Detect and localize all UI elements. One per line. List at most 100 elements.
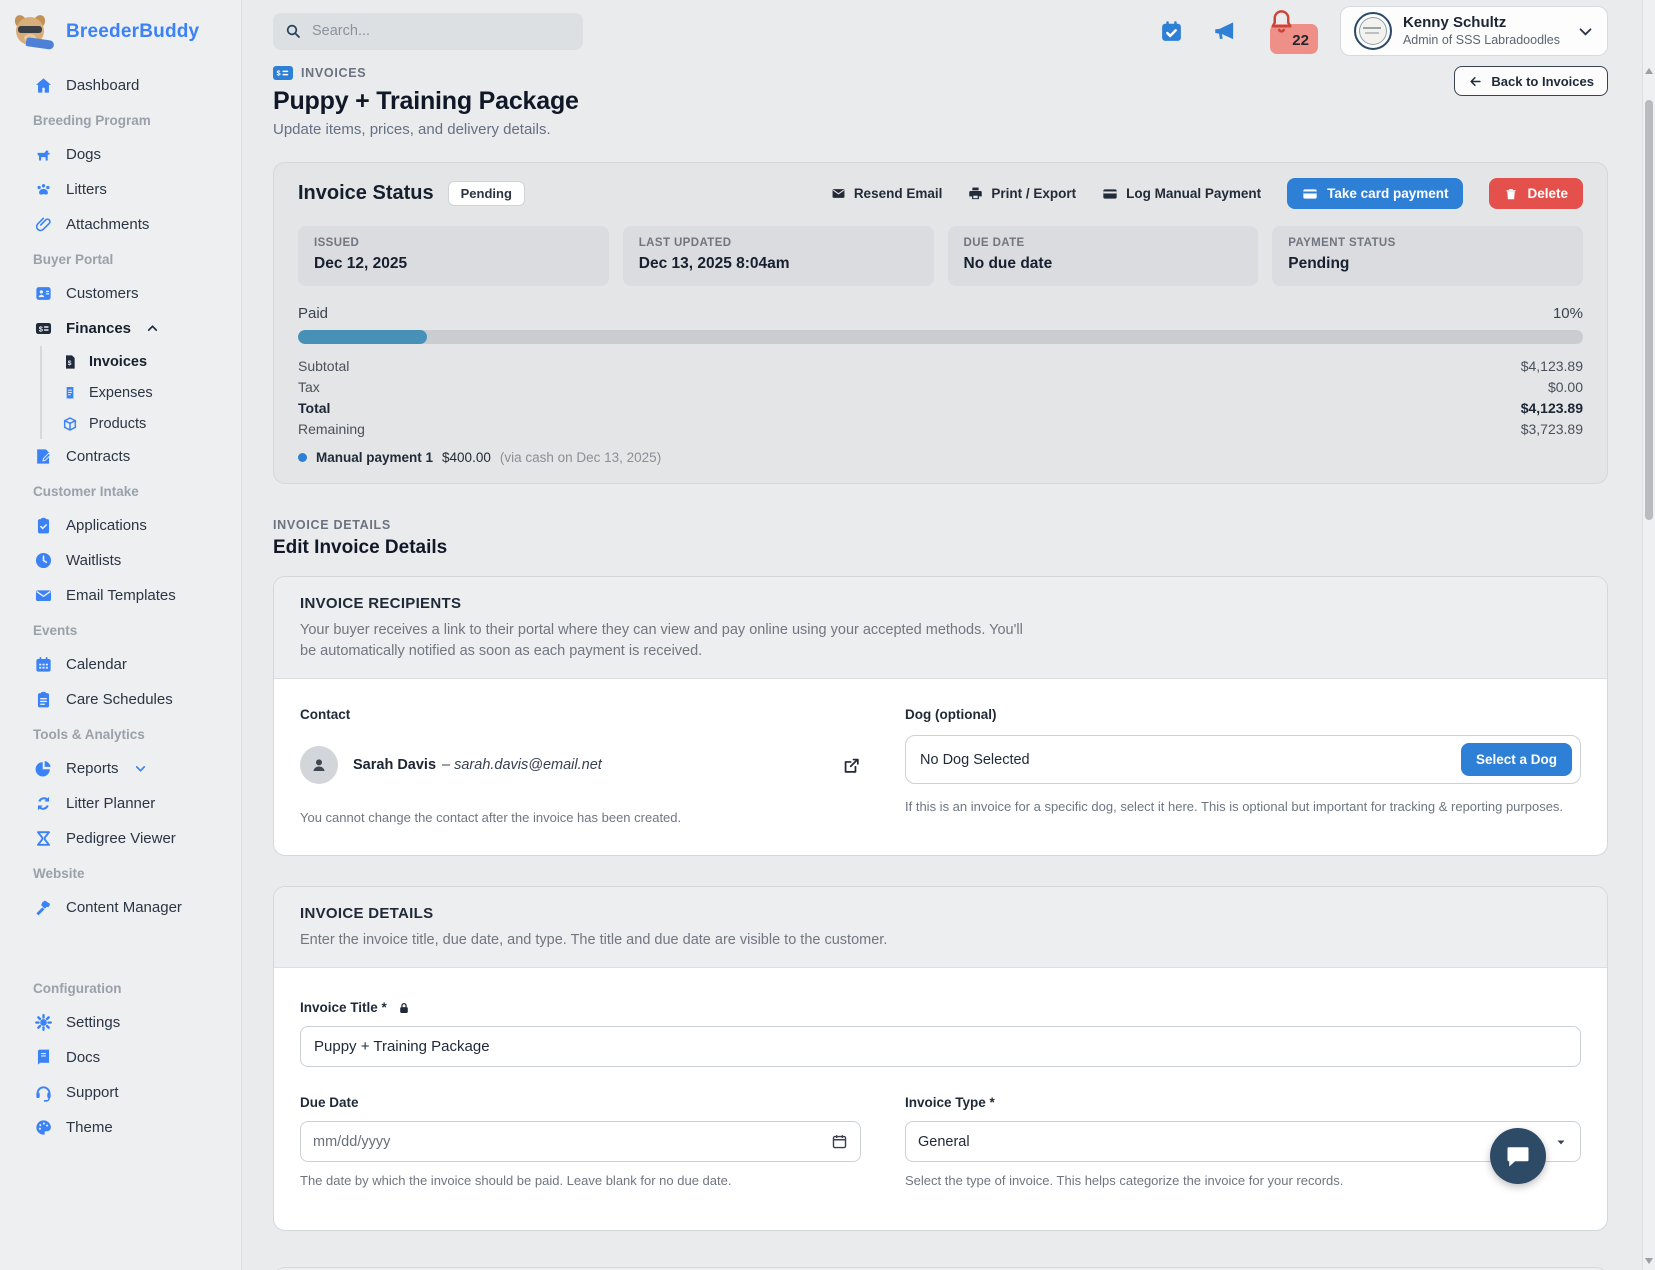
due-date-help: The date by which the invoice should be … (300, 1173, 861, 1188)
sidebar-item-label: Reports (66, 760, 119, 777)
resend-email-button[interactable]: Resend Email (831, 186, 943, 201)
sidebar-item-waitlists[interactable]: Waitlists (0, 543, 241, 578)
sidebar-item-settings[interactable]: Settings (0, 1005, 241, 1040)
scrollbar-up-arrow-icon[interactable] (1645, 68, 1653, 74)
log-manual-payment-label: Log Manual Payment (1126, 186, 1261, 201)
sidebar-item-reports[interactable]: Reports (0, 751, 241, 786)
megaphone-icon[interactable] (1212, 18, 1238, 44)
caret-down-icon (1554, 1135, 1568, 1149)
paid-progress-bar (298, 330, 1583, 344)
section-eyebrow: INVOICE DETAILS (273, 518, 1608, 532)
sidebar-item-label: Waitlists (66, 552, 121, 569)
profile-menu[interactable]: Kenny Schultz Admin of SSS Labradoodles (1340, 6, 1608, 56)
sidebar-item-content-manager[interactable]: Content Manager (0, 890, 241, 925)
sidebar-item-applications[interactable]: Applications (0, 508, 241, 543)
back-button-label: Back to Invoices (1491, 74, 1594, 89)
sidebar-item-docs[interactable]: Docs (0, 1040, 241, 1075)
summary-label: Subtotal (298, 358, 349, 374)
sidebar-item-label: Settings (66, 1014, 120, 1031)
sidebar-item-calendar[interactable]: Calendar (0, 647, 241, 682)
sidebar-item-finances[interactable]: $ Finances (0, 311, 241, 346)
sidebar-item-label: Care Schedules (66, 691, 173, 708)
summary-row-total: Total $4,123.89 (298, 397, 1583, 418)
user-name: Kenny Schultz (1403, 14, 1560, 33)
sidebar-item-contracts[interactable]: Contracts (0, 439, 241, 474)
notifications-button[interactable]: 22 (1266, 8, 1318, 54)
search-bar[interactable] (273, 13, 583, 50)
sidebar-item-email-templates[interactable]: Email Templates (0, 578, 241, 613)
sidebar-item-label: Email Templates (66, 587, 176, 604)
sidebar-item-theme[interactable]: Theme (0, 1110, 241, 1145)
credit-card-icon (1302, 186, 1318, 202)
chevron-down-icon (1577, 23, 1594, 40)
due-date-placeholder: mm/dd/yyyy (313, 1134, 390, 1150)
summary-label: Total (298, 400, 330, 416)
take-card-payment-button[interactable]: Take card payment (1287, 178, 1463, 209)
sidebar-item-invoices[interactable]: $ Invoices (62, 346, 241, 377)
summary-row-tax: Tax $0.00 (298, 376, 1583, 397)
invoice-title-input[interactable] (300, 1026, 1581, 1067)
log-manual-payment-button[interactable]: Log Manual Payment (1102, 186, 1261, 202)
contact-email: sarah.davis@email.net (454, 757, 602, 773)
sidebar-item-label: Attachments (66, 216, 149, 233)
sidebar-header-website: Website (0, 856, 241, 890)
sidebar-item-litter-planner[interactable]: Litter Planner (0, 786, 241, 821)
summary-label: Remaining (298, 421, 365, 437)
sidebar-item-support[interactable]: Support (0, 1075, 241, 1110)
sidebar-item-label: Dogs (66, 146, 101, 163)
summary-label: Tax (298, 379, 320, 395)
back-to-invoices-button[interactable]: Back to Invoices (1454, 66, 1608, 96)
scrollbar-thumb[interactable] (1645, 100, 1653, 520)
sidebar-item-attachments[interactable]: Attachments (0, 207, 241, 242)
sidebar-item-pedigree-viewer[interactable]: Pedigree Viewer (0, 821, 241, 856)
recipients-card-header: INVOICE RECIPIENTS Your buyer receives a… (274, 577, 1607, 679)
sidebar-spacer (0, 925, 241, 971)
stat-label: ISSUED (314, 237, 593, 249)
main-area: 22 Kenny Schultz Admin of SSS Labradoodl… (242, 0, 1655, 1270)
book-icon (34, 1048, 53, 1067)
due-date-input[interactable]: mm/dd/yyyy (300, 1121, 861, 1162)
delete-button[interactable]: Delete (1489, 178, 1583, 209)
chat-fab-button[interactable] (1490, 1128, 1546, 1184)
sidebar-item-label: Invoices (89, 354, 147, 370)
sidebar-header-tools-analytics: Tools & Analytics (0, 717, 241, 751)
select-a-dog-button[interactable]: Select a Dog (1461, 743, 1572, 776)
palette-icon (34, 1118, 53, 1137)
sidebar-item-label: Applications (66, 517, 147, 534)
totals-summary: Subtotal $4,123.89 Tax $0.00 Total $4,12… (298, 355, 1583, 439)
summary-value: $3,723.89 (1521, 421, 1583, 437)
sidebar-header-breeding-program: Breeding Program (0, 103, 241, 137)
due-date-label: Due Date (300, 1095, 861, 1110)
invoice-type-value: General (918, 1134, 970, 1150)
sidebar-item-expenses[interactable]: Expenses (62, 377, 241, 408)
scrollbar-down-arrow-icon[interactable] (1645, 1258, 1653, 1264)
paw-icon (34, 180, 53, 199)
sidebar-nav: Dashboard Breeding Program Dogs Litters … (0, 68, 241, 1145)
invoice-type-select[interactable]: General (905, 1121, 1581, 1162)
invoice-status-card: Invoice Status Pending Resend Email Prin… (273, 162, 1608, 484)
sidebar-item-customers[interactable]: Customers (0, 276, 241, 311)
sidebar-item-dashboard[interactable]: Dashboard (0, 68, 241, 103)
stat-issued: ISSUED Dec 12, 2025 (298, 226, 609, 286)
sidebar-item-litters[interactable]: Litters (0, 172, 241, 207)
payment-dot-icon (298, 453, 307, 462)
envelope-icon (34, 586, 53, 605)
sidebar-item-dogs[interactable]: Dogs (0, 137, 241, 172)
sidebar-item-care-schedules[interactable]: Care Schedules (0, 682, 241, 717)
sidebar-item-label: Docs (66, 1049, 100, 1066)
print-export-button[interactable]: Print / Export (968, 186, 1076, 201)
search-input[interactable] (310, 22, 571, 40)
sidebar-item-products[interactable]: Products (62, 408, 241, 439)
contact-name: Sarah Davis (353, 757, 436, 773)
page-scrollbar[interactable] (1642, 0, 1655, 1270)
cycle-icon (34, 794, 53, 813)
contract-pen-icon (34, 447, 53, 466)
section-heading: Edit Invoice Details (273, 537, 1608, 559)
open-contact-button[interactable] (842, 756, 861, 775)
dog-selector[interactable]: No Dog Selected Select a Dog (905, 735, 1581, 784)
app-root: BreederBuddy Dashboard Breeding Program … (0, 0, 1655, 1270)
invoice-type-field: Invoice Type * General Select the type o… (905, 1095, 1581, 1188)
sidebar-item-label: Customers (66, 285, 139, 302)
stat-last-updated: LAST UPDATED Dec 13, 2025 8:04am (623, 226, 934, 286)
calendar-check-icon[interactable] (1159, 19, 1184, 44)
